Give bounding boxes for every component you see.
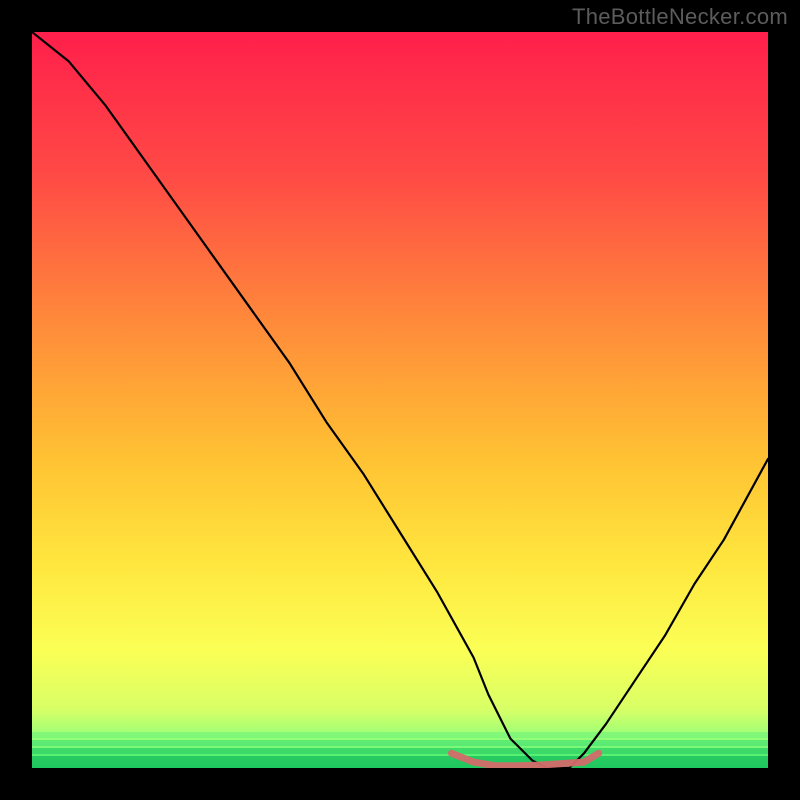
gradient-fill bbox=[32, 32, 768, 768]
plot-svg bbox=[32, 32, 768, 768]
chart-root: TheBottleNecker.com bbox=[0, 0, 800, 800]
watermark-text: TheBottleNecker.com bbox=[572, 4, 788, 30]
green-banding bbox=[32, 732, 768, 768]
plot-frame bbox=[32, 32, 768, 768]
